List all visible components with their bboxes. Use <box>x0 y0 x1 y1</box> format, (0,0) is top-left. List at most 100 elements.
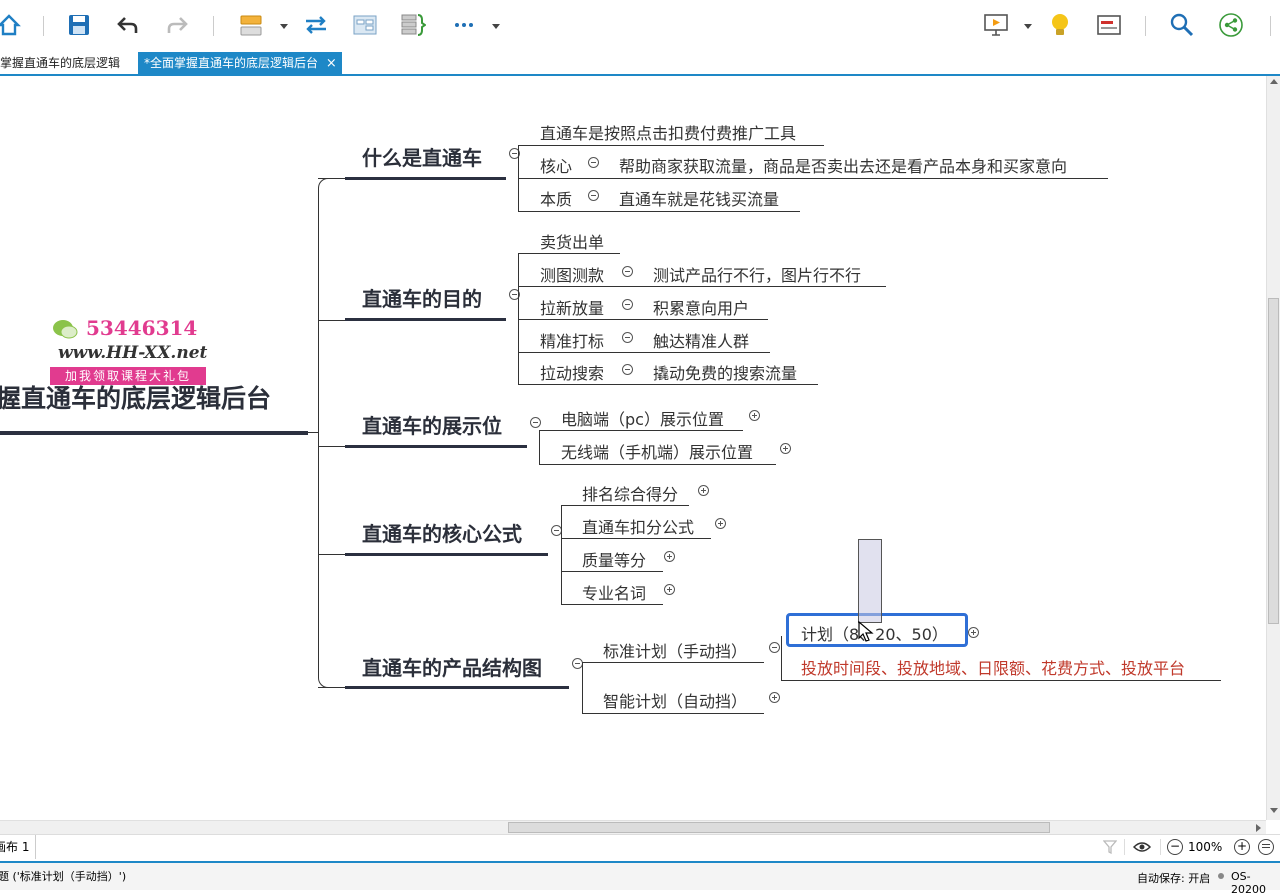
expand-icon[interactable] <box>664 584 675 595</box>
close-icon[interactable]: × <box>326 56 337 71</box>
subtopic-detail[interactable]: 测试产品行不行，图片行不行 <box>653 262 861 286</box>
subtopic[interactable]: 质量等分 <box>582 547 646 571</box>
subtopic[interactable]: 直通车是按照点击扣费付费推广工具 <box>540 120 796 144</box>
toolbar-divider <box>1145 16 1146 36</box>
eye-icon[interactable] <box>1133 840 1151 854</box>
subtopic[interactable]: 标准计划（手动挡） <box>603 638 747 662</box>
subtopic[interactable]: 智能计划（自动挡） <box>603 688 747 712</box>
subtopic[interactable]: 无线端（手机端）展示位置 <box>561 439 753 463</box>
filter-icon[interactable] <box>1103 840 1117 854</box>
zoom-in-button[interactable]: + <box>1234 839 1250 855</box>
collapse-icon[interactable] <box>622 364 633 375</box>
subtopic[interactable]: 拉动搜索 <box>540 360 604 384</box>
zoom-level[interactable]: 100% <box>1188 835 1222 859</box>
expand-icon[interactable] <box>664 551 675 562</box>
subtopic-detail[interactable]: 帮助商家获取流量，商品是否卖出去还是看产品本身和买家意向 <box>619 153 1067 177</box>
central-topic-underline <box>0 431 308 435</box>
subtopic-underline <box>539 464 776 465</box>
branch-topic[interactable]: 直通车的展示位 <box>362 410 502 439</box>
subtopic[interactable]: 本质 <box>540 186 572 210</box>
branch-topic[interactable]: 直通车的核心公式 <box>362 518 522 547</box>
subtopic-underline <box>518 211 800 212</box>
zoom-out-button[interactable]: − <box>1167 839 1183 855</box>
branch-underline <box>345 553 548 556</box>
expand-icon[interactable] <box>780 443 791 454</box>
tab-document-2[interactable]: *全面掌握直通车的底层逻辑后台 × <box>138 52 342 74</box>
subtopic[interactable]: 专业名词 <box>582 580 646 604</box>
branch-underline <box>345 686 569 689</box>
subtopic[interactable]: 精准打标 <box>540 328 604 352</box>
presentation-icon[interactable] <box>981 10 1011 40</box>
subtopic-detail[interactable]: 触达精准人群 <box>653 328 749 352</box>
subtopic-underline <box>781 680 1221 681</box>
collapse-icon[interactable] <box>588 190 599 201</box>
subtopic[interactable]: 电脑端（pc）展示位置 <box>561 406 724 430</box>
search-icon[interactable] <box>1167 10 1197 40</box>
subtopic-underline <box>518 352 770 353</box>
save-icon[interactable] <box>64 10 94 40</box>
expand-icon[interactable] <box>698 485 709 496</box>
scroll-thumb[interactable] <box>1268 298 1279 624</box>
collapse-icon[interactable] <box>622 266 633 277</box>
status-dot-icon <box>1218 873 1224 879</box>
more-icon[interactable] <box>449 10 479 40</box>
menu-icon[interactable] <box>1258 839 1274 855</box>
collapse-icon[interactable] <box>588 157 599 168</box>
subtopic-detail[interactable]: 撬动免费的搜索流量 <box>653 360 797 384</box>
subtopic[interactable]: 直通车扣分公式 <box>582 514 694 538</box>
insert-topic-icon[interactable] <box>236 10 266 40</box>
collapse-icon[interactable] <box>622 332 633 343</box>
undo-icon[interactable] <box>113 10 143 40</box>
subtopic-red[interactable]: 投放时间段、投放地域、日限额、花费方式、投放平台 <box>801 655 1185 679</box>
scroll-right-arrow[interactable] <box>1256 824 1261 832</box>
subtopic[interactable]: 测图测款 <box>540 262 604 286</box>
collapse-icon[interactable] <box>530 417 541 428</box>
summary-icon[interactable] <box>398 10 428 40</box>
share-icon[interactable] <box>1216 10 1246 40</box>
connector <box>539 430 540 464</box>
tab-document-1[interactable]: 掌握直通车的底层逻辑 <box>0 52 132 74</box>
vertical-scrollbar[interactable] <box>1266 76 1280 820</box>
boundary-icon[interactable] <box>350 10 380 40</box>
sheet-tab-label: 画布 1 <box>0 840 30 854</box>
subtopic[interactable]: 核心 <box>540 153 572 177</box>
chevron-down-icon[interactable] <box>1024 24 1032 29</box>
sheet-bar: 画布 1 − 100% + <box>0 834 1280 864</box>
scroll-down-arrow[interactable] <box>1270 808 1278 813</box>
collapse-icon[interactable] <box>622 299 633 310</box>
mindmap-canvas[interactable]: 握直通车的底层逻辑后台 53446314 www.HH-XX.net 加我领取课… <box>0 76 1266 820</box>
connector <box>561 506 562 605</box>
relationship-icon[interactable] <box>301 10 331 40</box>
expand-icon[interactable] <box>749 410 760 421</box>
expand-icon[interactable] <box>715 518 726 529</box>
chevron-down-icon[interactable] <box>492 24 500 29</box>
sheet-tab[interactable]: 画布 1 <box>0 835 37 859</box>
toolbar-divider <box>213 16 214 36</box>
idea-icon[interactable] <box>1045 10 1075 40</box>
expand-icon[interactable] <box>769 692 780 703</box>
autosave-status[interactable]: 自动保存: 开启 <box>1137 870 1210 886</box>
cursor-icon <box>858 621 874 642</box>
horizontal-scrollbar[interactable] <box>0 820 1266 835</box>
scroll-up-arrow[interactable] <box>1270 79 1278 84</box>
branch-topic[interactable]: 什么是直通车 <box>362 142 482 171</box>
scroll-thumb[interactable] <box>508 822 1050 833</box>
chevron-down-icon[interactable] <box>280 24 288 29</box>
outline-icon[interactable] <box>1094 10 1124 40</box>
subtopic[interactable]: 卖货出单 <box>540 229 604 253</box>
subtopic[interactable]: 计划（8、20、50） <box>801 621 948 645</box>
branch-topic[interactable]: 直通车的目的 <box>362 283 482 312</box>
collapse-icon[interactable] <box>769 642 780 653</box>
redo-icon[interactable] <box>162 10 192 40</box>
branch-underline <box>345 318 506 321</box>
expand-icon[interactable] <box>968 627 979 638</box>
subtopic-detail[interactable]: 直通车就是花钱买流量 <box>619 186 779 210</box>
divider <box>1124 839 1125 855</box>
toolbar-divider <box>43 16 44 36</box>
branch-topic[interactable]: 直通车的产品结构图 <box>362 652 542 681</box>
subtopic-detail[interactable]: 积累意向用户 <box>653 295 749 319</box>
subtopic[interactable]: 拉新放量 <box>540 295 604 319</box>
subtopic[interactable]: 排名综合得分 <box>582 481 678 505</box>
user-status: OS-20200 <box>1231 870 1266 896</box>
home-icon[interactable] <box>0 10 24 40</box>
